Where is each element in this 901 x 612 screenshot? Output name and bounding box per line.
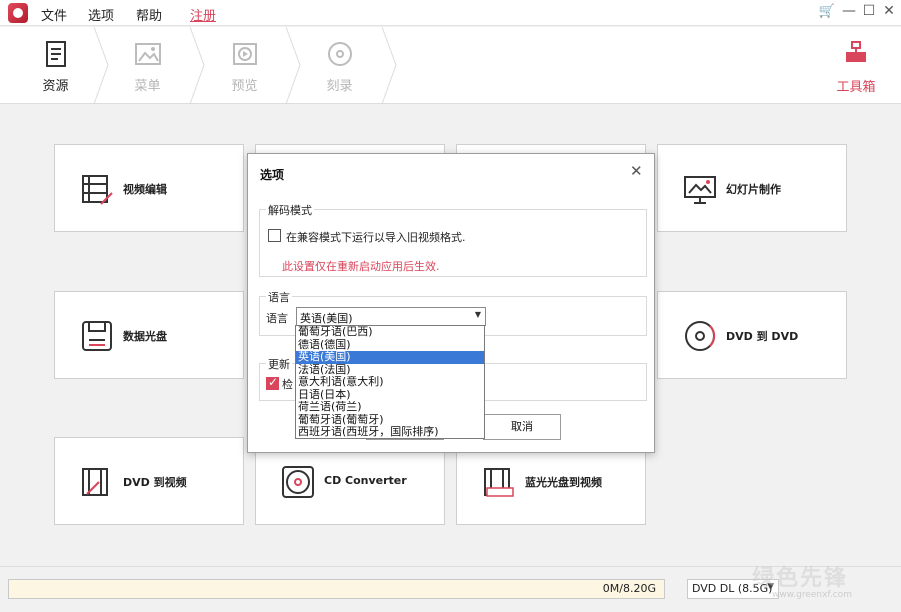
language-label: 语言 [266, 312, 288, 325]
step-label: 资源 [42, 79, 69, 94]
step-resources[interactable]: 资源 [8, 27, 103, 104]
menu-file[interactable]: 文件 [41, 5, 67, 24]
film-convert-icon [82, 468, 108, 496]
disc-burn-icon [327, 42, 352, 66]
card-label: 数据光盘 [123, 330, 167, 343]
language-option[interactable]: 德语(德国) [296, 339, 484, 352]
cd-icon [282, 466, 314, 498]
card-label: DVD 到 DVD [726, 330, 799, 343]
chevron-down-icon: ▼ [474, 310, 481, 319]
card-label: 幻灯片制作 [726, 183, 781, 196]
document-icon [45, 41, 66, 67]
dialog-close-button[interactable]: ✕ [630, 162, 643, 180]
compat-mode-label: 在兼容模式下运行以导入旧视频格式. [286, 231, 466, 244]
compat-mode-checkbox[interactable] [268, 229, 281, 242]
disc-copy-icon [685, 321, 716, 351]
update-checkbox[interactable] [266, 375, 279, 390]
group-title: 解码模式 [266, 202, 314, 218]
language-option[interactable]: 英语(美国) [296, 351, 484, 364]
step-label: 预览 [231, 79, 258, 94]
step-menu[interactable]: 菜单 [100, 27, 195, 104]
update-label: 检 [282, 378, 293, 391]
step-preview[interactable]: 预览 [197, 27, 292, 104]
dialog-title: 选项 [260, 168, 285, 182]
step-navigation: 资源 菜单 预览 刻录 工具箱 [0, 27, 901, 104]
group-title: 更新 [266, 356, 292, 372]
language-option[interactable]: 日语(日本) [296, 389, 484, 402]
maximize-button[interactable]: ☐ [860, 3, 878, 19]
language-select[interactable]: 英语(美国) ▼ [296, 307, 486, 326]
card-slideshow[interactable]: 幻灯片制作 [657, 144, 847, 232]
language-option[interactable]: 荷兰语(荷兰) [296, 401, 484, 414]
language-selected-value: 英语(美国) [300, 312, 353, 325]
card-video-edit[interactable]: 视频编辑 [54, 144, 244, 232]
watermark-url: www.greenxf.com [772, 590, 853, 600]
chevron-divider-icon [381, 27, 397, 104]
toolbox-label: 工具箱 [836, 80, 876, 95]
toolbox-button[interactable]: 工具箱 [826, 39, 886, 95]
floppy-disc-icon [82, 321, 112, 351]
card-label: CD Converter [324, 474, 407, 487]
cancel-button[interactable]: 取消 [483, 414, 561, 440]
play-icon [232, 43, 257, 65]
language-option[interactable]: 葡萄牙语(巴西) [296, 326, 484, 339]
slideshow-icon [684, 176, 716, 204]
capacity-text: 0M/8.20G [602, 582, 656, 595]
language-option[interactable]: 意大利语(意大利) [296, 376, 484, 389]
group-title: 语言 [266, 289, 292, 305]
menu-options[interactable]: 选项 [88, 5, 114, 24]
language-option[interactable]: 葡萄牙语(葡萄牙) [296, 414, 484, 427]
disc-capacity-bar: 0M/8.20G [8, 579, 665, 599]
language-option[interactable]: 西班牙语(西班牙，国际排序) [296, 426, 484, 439]
bluray-film-icon [484, 468, 514, 497]
app-logo-icon [8, 3, 28, 23]
toolbox-icon [846, 41, 866, 62]
menu-bar: 文件 选项 帮助 注册 🛒 — ☐ ✕ [0, 0, 901, 26]
watermark-text: 绿色先锋 [752, 566, 849, 591]
card-label: DVD 到视频 [123, 476, 187, 489]
cart-icon[interactable]: 🛒 [818, 4, 836, 19]
minimize-button[interactable]: — [840, 3, 858, 19]
image-icon [134, 43, 161, 65]
decode-mode-group: 解码模式 在兼容模式下运行以导入旧视频格式. 此设置仅在重新启动应用后生效. [259, 202, 647, 277]
language-dropdown-list: 葡萄牙语(巴西) 德语(德国) 英语(美国) 法语(法国) 意大利语(意大利) 日语(日本… [295, 325, 485, 439]
menu-register-link[interactable]: 注册 [190, 5, 216, 24]
card-dvd-to-dvd[interactable]: DVD 到 DVD [657, 291, 847, 379]
language-option[interactable]: 法语(法国) [296, 364, 484, 377]
film-edit-icon [82, 175, 113, 205]
step-label: 菜单 [134, 79, 161, 94]
card-label: 视频编辑 [123, 183, 167, 196]
card-data-disc[interactable]: 数据光盘 [54, 291, 244, 379]
menu-help[interactable]: 帮助 [136, 5, 162, 24]
step-label: 刻录 [326, 79, 353, 94]
card-label: 蓝光光盘到视频 [525, 476, 602, 489]
close-window-button[interactable]: ✕ [880, 3, 898, 19]
step-burn[interactable]: 刻录 [292, 27, 387, 104]
card-dvd-to-video[interactable]: DVD 到视频 [54, 437, 244, 525]
restart-note: 此设置仅在重新启动应用后生效. [282, 260, 440, 273]
